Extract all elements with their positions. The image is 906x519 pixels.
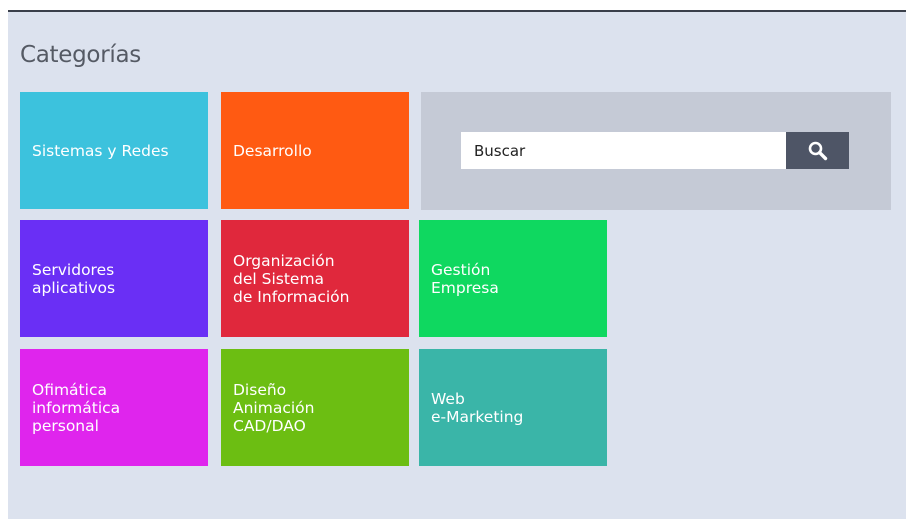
tile-label: Sistemas y Redes xyxy=(32,141,169,160)
search-icon xyxy=(808,141,827,160)
tile-label: Diseño Animación CAD/DAO xyxy=(233,380,315,435)
tile-label: Desarrollo xyxy=(233,141,312,160)
tile-label: Ofimática informática personal xyxy=(32,380,121,435)
tile-ofimatica-informatica-personal[interactable]: Ofimática informática personal xyxy=(20,349,208,466)
tile-diseno-animacion-cad[interactable]: Diseño Animación CAD/DAO xyxy=(221,349,409,466)
tile-label: Gestión Empresa xyxy=(431,260,499,297)
search-bar xyxy=(421,92,891,210)
categories-panel: Categorías Sistemas y Redes Desarrollo S… xyxy=(8,10,906,519)
tile-desarrollo[interactable]: Desarrollo xyxy=(221,92,409,209)
tile-organizacion-sistema-informacion[interactable]: Organización del Sistema de Información xyxy=(221,220,409,337)
search-button[interactable] xyxy=(786,132,849,169)
tile-sistemas-redes[interactable]: Sistemas y Redes xyxy=(20,92,208,209)
tile-label: Organización del Sistema de Información xyxy=(233,251,350,306)
tile-web-emarketing[interactable]: Web e-Marketing xyxy=(419,349,607,466)
tile-label: Web e-Marketing xyxy=(431,389,524,426)
tile-gestion-empresa[interactable]: Gestión Empresa xyxy=(419,220,607,337)
tile-label: Servidores aplicativos xyxy=(32,260,116,297)
tile-servidores-aplicativos[interactable]: Servidores aplicativos xyxy=(20,220,208,337)
search-input[interactable] xyxy=(461,132,786,169)
page-title: Categorías xyxy=(20,42,141,68)
